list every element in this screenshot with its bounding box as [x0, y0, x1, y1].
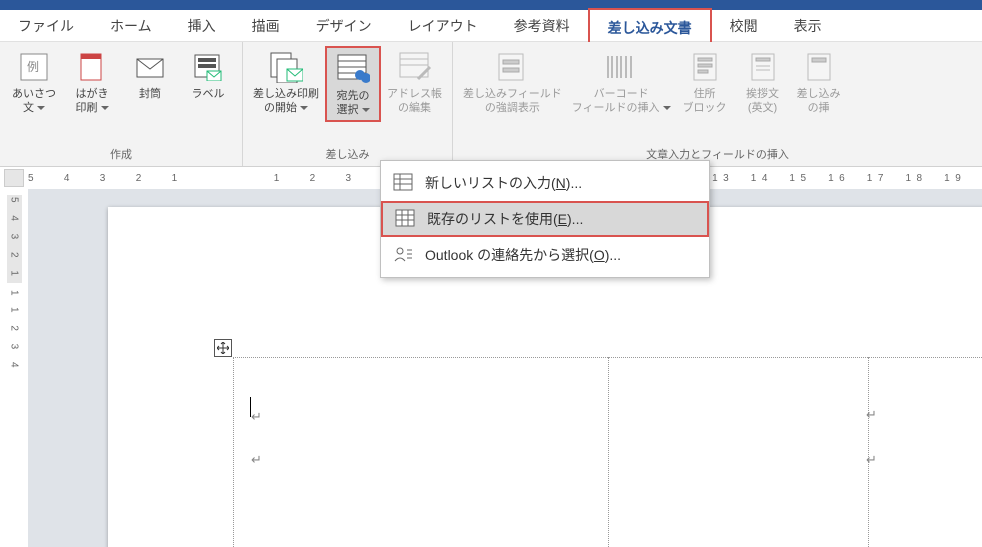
highlight-merge-button: 差し込みフィールドの強調表示: [459, 46, 566, 118]
greeting-button[interactable]: 例 あいさつ文: [6, 46, 62, 118]
svg-text:例: 例: [27, 60, 39, 74]
tab-view[interactable]: 表示: [776, 8, 840, 43]
chevron-down-icon: [34, 102, 45, 114]
tab-layout[interactable]: レイアウト: [390, 8, 496, 43]
greeting-line-button: 挨拶文(英文): [735, 46, 791, 118]
highlight-icon: [495, 50, 529, 84]
tab-file[interactable]: ファイル: [0, 8, 92, 43]
existing-list-icon: [395, 209, 415, 229]
tab-insert[interactable]: 挿入: [170, 8, 234, 43]
greeting-line-icon: [746, 50, 780, 84]
ruler-corner: [4, 169, 24, 187]
select-recipients-dropdown: 新しいリストの入力(N)... 既存のリストを使用(E)... Outlook …: [380, 160, 710, 278]
envelope-icon: [133, 50, 167, 84]
tab-review[interactable]: 校閲: [712, 8, 776, 43]
dropdown-outlook-label: Outlook の連絡先から選択(O)...: [425, 245, 621, 265]
tab-home[interactable]: ホーム: [92, 8, 170, 43]
start-merge-button[interactable]: 差し込み印刷の開始: [249, 46, 323, 122]
postcard-button[interactable]: はがき印刷: [64, 46, 120, 118]
dropdown-new-list-label: 新しいリストの入力(N)...: [425, 173, 582, 193]
dropdown-existing-list[interactable]: 既存のリストを使用(E)...: [381, 201, 709, 237]
paragraph-mark-icon: ↵: [866, 407, 877, 423]
dropdown-outlook[interactable]: Outlook の連絡先から選択(O)...: [381, 237, 709, 273]
table-move-handle[interactable]: [214, 339, 232, 357]
label-button[interactable]: ラベル: [180, 46, 236, 118]
chevron-down-icon: [660, 102, 671, 114]
paragraph-mark-icon: ↵: [251, 452, 262, 468]
insert-field-icon: [802, 50, 836, 84]
postcard-icon: [75, 50, 109, 84]
group-create-label: 作成: [6, 144, 236, 164]
select-recipients-icon: [336, 52, 370, 86]
chevron-down-icon: [297, 102, 308, 114]
vertical-ruler[interactable]: 5 4 3 2 1 1 1 2 3 4: [0, 189, 28, 547]
tab-draw[interactable]: 描画: [234, 8, 298, 43]
envelope-button[interactable]: 封筒: [122, 46, 178, 118]
start-merge-icon: [269, 50, 303, 84]
paragraph-mark-icon: ↵: [866, 452, 877, 468]
outlook-contacts-icon: [393, 245, 413, 265]
insert-merge-field-button: 差し込みの挿: [793, 46, 845, 118]
address-block-icon: [688, 50, 722, 84]
ribbon: 例 あいさつ文 はがき印刷 封筒 ラベル: [0, 42, 982, 167]
new-list-icon: [393, 173, 413, 193]
greeting-icon: 例: [17, 50, 51, 84]
select-recipients-button[interactable]: 宛先の選択: [325, 46, 381, 122]
address-block-button: 住所ブロック: [677, 46, 733, 118]
tab-mailings[interactable]: 差し込み文書: [588, 8, 712, 45]
barcode-icon: [604, 50, 638, 84]
dropdown-existing-list-label: 既存のリストを使用(E)...: [427, 209, 583, 229]
tab-references[interactable]: 参考資料: [496, 8, 588, 43]
edit-recipients-icon: [398, 50, 432, 84]
tab-design[interactable]: デザイン: [298, 8, 390, 43]
label-icon: [191, 50, 225, 84]
chevron-down-icon: [98, 102, 109, 114]
group-write: 差し込みフィールドの強調表示 バーコードフィールドの挿入 住所ブロック 挨拶文(…: [453, 42, 982, 166]
group-start-merge: 差し込み印刷の開始 宛先の選択 アドレス帳の編集 差し込み: [243, 42, 453, 166]
chevron-down-icon: [359, 104, 370, 116]
group-create: 例 あいさつ文 はがき印刷 封筒 ラベル: [0, 42, 243, 166]
ribbon-tabs: ファイル ホーム 挿入 描画 デザイン レイアウト 参考資料 差し込み文書 校閲…: [0, 10, 982, 42]
paragraph-mark-icon: ↵: [251, 409, 262, 425]
barcode-button: バーコードフィールドの挿入: [568, 46, 675, 118]
dropdown-new-list[interactable]: 新しいリストの入力(N)...: [381, 165, 709, 201]
edit-recipients-button: アドレス帳の編集: [383, 46, 446, 122]
